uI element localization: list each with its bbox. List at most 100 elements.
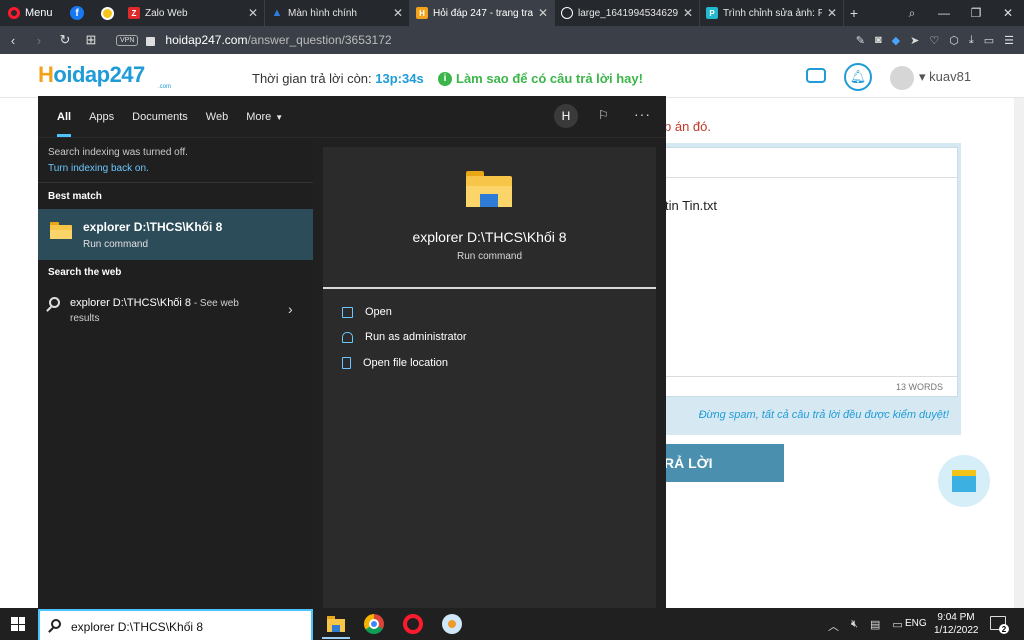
action-open[interactable]: Open: [342, 306, 392, 318]
tab-title: Hỏi đáp 247 - trang tra: [433, 7, 533, 19]
clock[interactable]: 9:04 PM 1/12/2022: [934, 611, 979, 637]
restore-icon[interactable]: ❐: [960, 6, 992, 20]
edit-icon[interactable]: ✎: [856, 34, 865, 47]
close-window-icon[interactable]: ✕: [992, 6, 1024, 20]
tab-man-hinh-chinh[interactable]: ▲ Màn hình chính ✕: [265, 0, 410, 26]
lock-icon[interactable]: [146, 36, 156, 46]
close-icon[interactable]: ✕: [683, 6, 693, 20]
tab-title: Zalo Web: [145, 7, 188, 19]
extension-sidebar-button[interactable]: [92, 0, 122, 26]
tab-documents[interactable]: Documents: [123, 111, 197, 137]
opera-menu-button[interactable]: Menu: [0, 0, 62, 26]
windows-search-panel: All Apps Documents Web More ▼ H ⚐ ··· Sea…: [38, 96, 666, 608]
heart-icon[interactable]: ♡: [929, 34, 939, 47]
network-icon[interactable]: ▤: [870, 618, 880, 634]
avatar[interactable]: [890, 66, 914, 90]
detail-title: explorer D:\THCS\Khối 8: [412, 229, 567, 245]
back-icon[interactable]: ‹: [0, 33, 26, 48]
best-match-result[interactable]: explorer D:\THCS\Khối 8 Run command: [38, 209, 313, 260]
page-scrollbar[interactable]: [1014, 98, 1024, 608]
tab-hoidap247[interactable]: H Hỏi đáp 247 - trang tra ✕: [410, 0, 555, 26]
tab-web[interactable]: Web: [197, 111, 237, 137]
menu-label: Menu: [25, 7, 53, 19]
close-icon[interactable]: ✕: [248, 6, 258, 20]
tab-large-image[interactable]: large_1641994534629.jp ✕: [555, 0, 700, 26]
taskbar-search-input[interactable]: explorer D:\THCS\Khối 8: [38, 609, 313, 640]
opera-taskbar-icon[interactable]: [403, 614, 423, 634]
url-field[interactable]: hoidap247.com/answer_question/3653172: [165, 33, 391, 47]
file-explorer-taskbar-icon[interactable]: [326, 614, 346, 634]
battery-icon[interactable]: ▭: [892, 618, 902, 634]
bell-icon[interactable]: 🔔︎: [844, 63, 872, 91]
logo-domain: .com: [158, 84, 172, 90]
hoidap-icon: H: [416, 7, 428, 19]
web-search-result[interactable]: explorer D:\THCS\Khối 8 - See web result…: [38, 293, 313, 333]
hoidap247-logo[interactable]: Hoidap247: [38, 62, 145, 88]
tab-search-icon[interactable]: ⌕: [896, 6, 928, 21]
facebook-icon: f: [70, 6, 84, 20]
cube-icon[interactable]: ⬡: [949, 34, 959, 47]
language-indicator[interactable]: ENG: [905, 618, 927, 629]
tab-zalo-web[interactable]: Z Zalo Web ✕: [122, 0, 265, 26]
tabs-grid-icon[interactable]: ⊞: [78, 32, 104, 48]
web-result-title: explorer D:\THCS\Khối 8 - See web: [70, 297, 239, 309]
answer-tip-link[interactable]: i Làm sao để có câu trả lời hay!: [438, 71, 643, 86]
chevron-right-icon[interactable]: ›: [288, 301, 293, 317]
running-indicator: [322, 637, 350, 639]
search-query: explorer D:\THCS\Khối 8: [71, 620, 204, 634]
action-run-as-administrator[interactable]: Run as administrator: [342, 331, 467, 343]
indexing-note: Search indexing was turned off.: [48, 147, 188, 158]
tab-apps[interactable]: Apps: [80, 111, 123, 137]
easy-setup-icon[interactable]: ☰: [1004, 34, 1014, 47]
more-options-button[interactable]: ···: [634, 106, 651, 122]
minimize-icon[interactable]: —: [928, 6, 960, 20]
feedback-icon[interactable]: ⚐: [598, 108, 609, 122]
paint-taskbar-icon[interactable]: [442, 614, 462, 634]
best-match-heading: Best match: [48, 191, 102, 202]
notification-badge: 2: [999, 624, 1009, 634]
download-icon[interactable]: ⤓: [969, 34, 974, 47]
file-explorer-icon: [466, 171, 512, 207]
opera-logo-icon: [8, 7, 20, 19]
username-dropdown[interactable]: ▾ kuav81: [919, 69, 971, 85]
new-tab-button[interactable]: +: [844, 0, 864, 26]
close-icon[interactable]: ✕: [538, 6, 548, 20]
answer-hint-text: p án đó.: [664, 119, 711, 134]
vpn-badge[interactable]: VPN: [116, 34, 139, 46]
tab-more[interactable]: More ▼: [237, 111, 292, 137]
account-button[interactable]: H: [554, 104, 578, 128]
answer-timer: Thời gian trả lời còn: 13p:34s: [252, 71, 424, 86]
reload-icon[interactable]: ↻: [52, 32, 78, 48]
action-open-file-location[interactable]: Open file location: [342, 357, 448, 369]
close-icon[interactable]: ✕: [393, 6, 403, 20]
result-detail-pane: explorer D:\THCS\Khối 8 Run command Open…: [323, 147, 656, 608]
bulb-icon: [100, 6, 114, 20]
search-icon: [49, 297, 60, 308]
chevron-up-icon[interactable]: ︿: [828, 618, 839, 634]
send-icon[interactable]: ➤: [910, 34, 919, 47]
turn-indexing-on-link[interactable]: Turn indexing back on.: [48, 163, 149, 174]
facebook-sidebar-button[interactable]: f: [62, 0, 92, 26]
camera-icon[interactable]: ◙: [875, 34, 882, 47]
tab-title: large_1641994534629.jp: [578, 7, 678, 19]
windows-start-icon[interactable]: [11, 617, 25, 631]
tab-pixlr[interactable]: P Trình chỉnh sửa ảnh: Pixl ✕: [700, 0, 844, 26]
close-icon[interactable]: ✕: [827, 6, 837, 20]
info-icon: i: [438, 71, 452, 86]
forward-icon[interactable]: ›: [26, 33, 52, 48]
tab-title: Màn hình chính: [288, 7, 357, 19]
windows-taskbar: explorer D:\THCS\Khối 8 ︿ 🔇︎ ▤ ▭ ENG 9:0…: [0, 608, 1024, 640]
answer-editor[interactable]: tin Tin.txt 13 WORDS: [664, 147, 958, 397]
zalo-icon: Z: [128, 7, 140, 19]
chat-icon[interactable]: [806, 68, 826, 83]
tab-all[interactable]: All: [48, 111, 80, 137]
gift-icon: [952, 470, 976, 492]
volume-muted-icon[interactable]: 🔇︎: [851, 618, 858, 634]
battery-icon[interactable]: ▭: [984, 34, 994, 47]
url-path: /answer_question/3653172: [247, 33, 392, 47]
chrome-taskbar-icon[interactable]: [364, 614, 384, 634]
gift-button[interactable]: [938, 455, 990, 507]
shield-icon[interactable]: ◆: [892, 34, 900, 47]
caret-down-icon: ▼: [275, 113, 284, 122]
submit-answer-button[interactable]: RẢ LỜI: [664, 444, 784, 482]
